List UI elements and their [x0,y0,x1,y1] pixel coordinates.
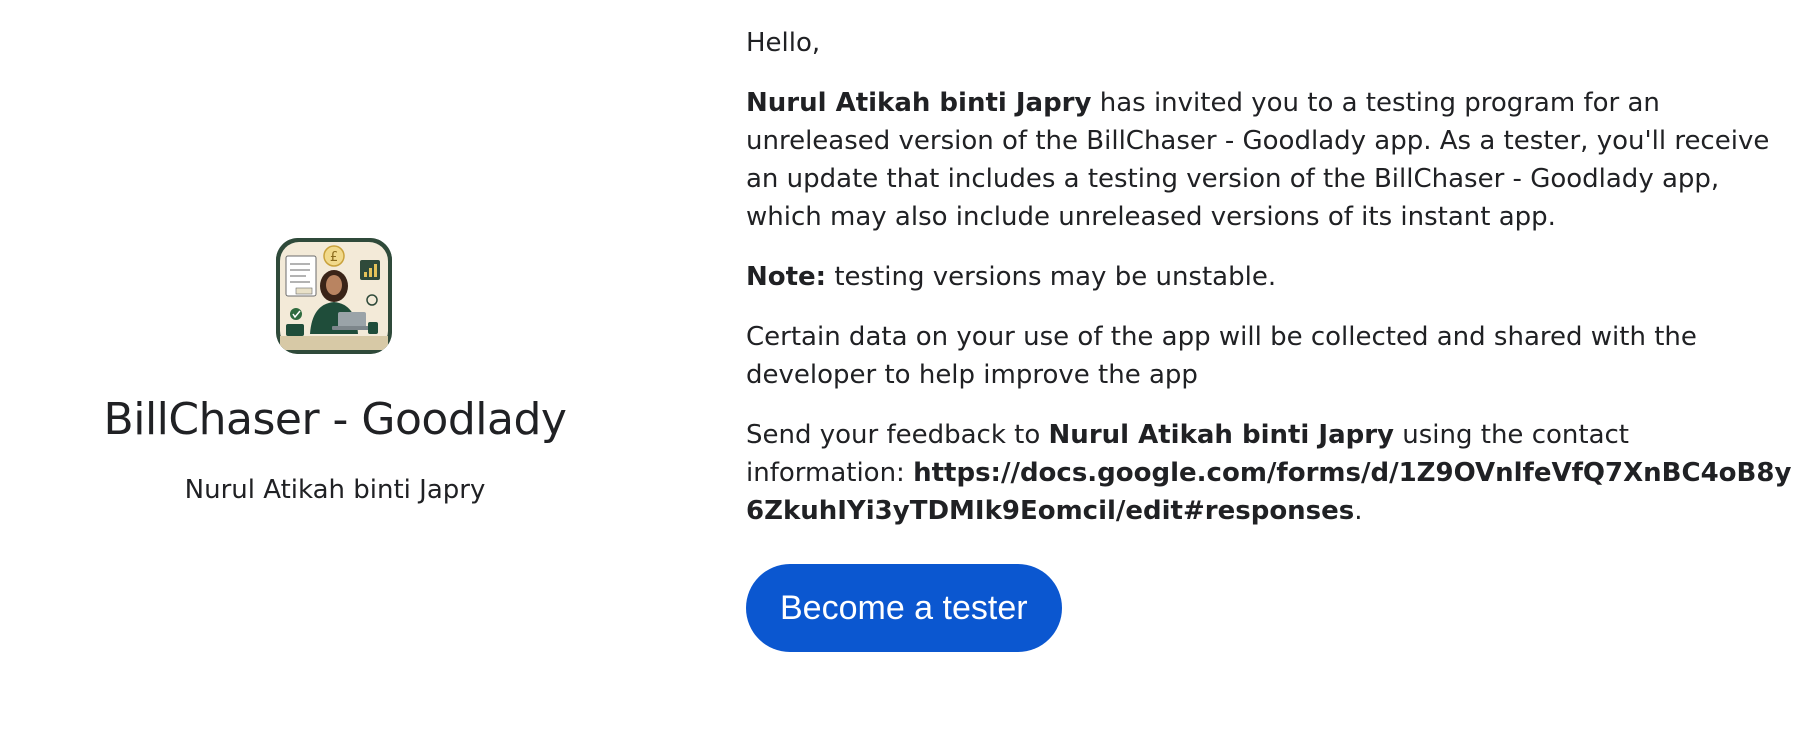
data-collection-paragraph: Certain data on your use of the app will… [746,322,1697,390]
app-developer: Nurul Atikah binti Japry [184,475,486,505]
feedback-end: . [1354,496,1363,526]
note-text: testing versions may be unstable. [826,262,1277,292]
note-paragraph: Note: testing versions may be unstable. [746,258,1796,296]
invitation-message: Hello, Nurul Atikah binti Japry has invi… [746,24,1796,652]
become-tester-button[interactable]: Become a tester [746,564,1062,652]
feedback-name: Nurul Atikah binti Japry [1048,420,1394,450]
app-info-panel: £ BillChaser - Goodlady Nurul Atikah bin… [0,0,670,739]
app-title: BillChaser - Goodlady [103,394,567,445]
note-label: Note: [746,262,827,292]
feedback-prefix: Send your feedback to [746,420,1049,450]
app-icon: £ [276,238,392,354]
inviter-name: Nurul Atikah binti Japry [746,88,1092,118]
invite-paragraph: Nurul Atikah binti Japry has invited you… [746,84,1796,236]
greeting: Hello, [746,28,821,58]
feedback-paragraph: Send your feedback to Nurul Atikah binti… [746,416,1796,530]
svg-text:£: £ [330,250,338,265]
